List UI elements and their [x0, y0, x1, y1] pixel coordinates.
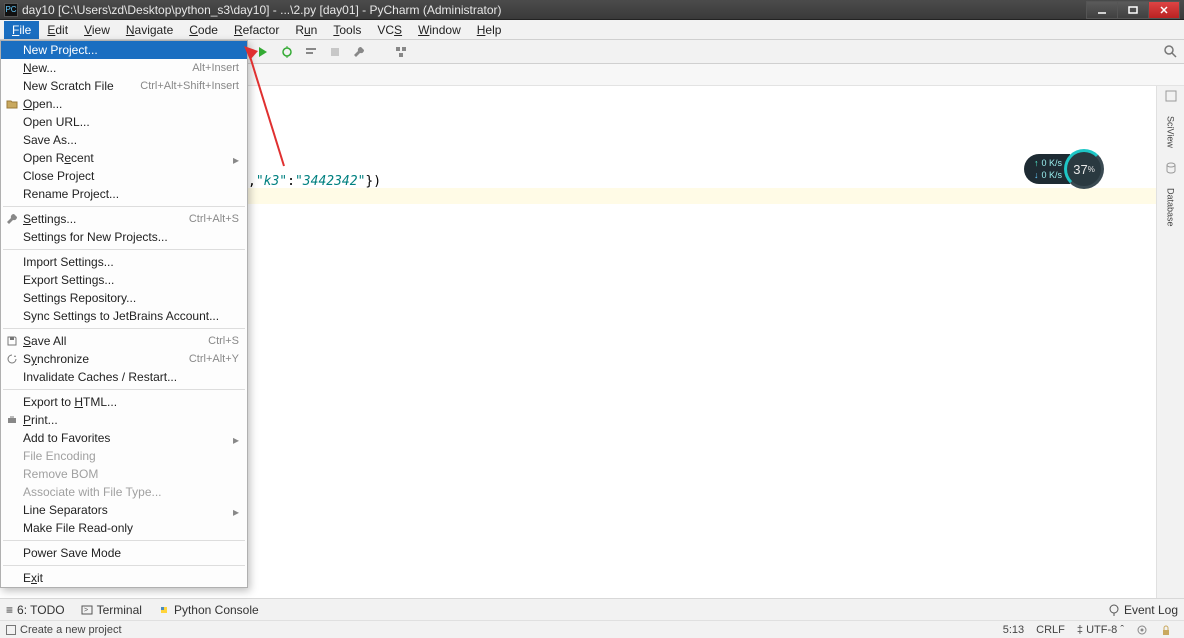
menu-line-separators[interactable]: Line Separators▸: [1, 501, 247, 519]
todo-tool[interactable]: ≡6: TODO: [6, 603, 65, 617]
menu-new-project[interactable]: New Project...: [1, 41, 247, 59]
menu-synchronize[interactable]: SynchronizeCtrl+Alt+Y: [1, 350, 247, 368]
python-console-tool[interactable]: Python Console: [158, 603, 259, 617]
window-titlebar: PC day10 [C:\Users\zd\Desktop\python_s3\…: [0, 0, 1184, 20]
coverage-icon[interactable]: [304, 45, 318, 59]
list-icon: ≡: [6, 603, 13, 617]
menu-new-scratch[interactable]: New Scratch FileCtrl+Alt+Shift+Insert: [1, 77, 247, 95]
submenu-arrow-icon: ▸: [233, 433, 239, 447]
file-menu-dropdown: New Project... New...Alt+Insert New Scra…: [0, 40, 248, 588]
search-icon[interactable]: [1162, 43, 1178, 59]
menu-sync-jetbrains[interactable]: Sync Settings to JetBrains Account...: [1, 307, 247, 325]
sync-icon: [5, 352, 19, 366]
run-icon[interactable]: [256, 45, 270, 59]
menu-file-encoding: File Encoding: [1, 447, 247, 465]
menu-power-save[interactable]: Power Save Mode: [1, 544, 247, 562]
folder-open-icon: [5, 97, 19, 111]
lock-icon[interactable]: [1154, 624, 1178, 636]
save-icon: [5, 334, 19, 348]
bottom-tool-strip: ≡6: TODO >Terminal Python Console Event …: [0, 598, 1184, 620]
download-speed: 0 K/s: [1042, 169, 1063, 181]
svg-text:>: >: [84, 607, 88, 614]
menu-vcs[interactable]: VCS: [369, 21, 410, 39]
menu-window[interactable]: Window: [410, 21, 469, 39]
code-line: ,"k3":"3442342"}): [248, 174, 381, 189]
submenu-arrow-icon: ▸: [233, 153, 239, 167]
wrench-icon[interactable]: [352, 45, 366, 59]
stop-icon[interactable]: [328, 45, 342, 59]
menu-print[interactable]: Print...: [1, 411, 247, 429]
menu-view[interactable]: View: [76, 21, 118, 39]
wrench-icon: [5, 212, 19, 226]
menu-export-html[interactable]: Export to HTML...: [1, 393, 247, 411]
menubar: File Edit View Navigate Code Refactor Ru…: [0, 20, 1184, 40]
menu-import-settings[interactable]: Import Settings...: [1, 253, 247, 271]
event-log-tool[interactable]: Event Log: [1108, 603, 1178, 617]
structure-icon[interactable]: [394, 45, 408, 59]
usage-dial: 37%: [1064, 149, 1104, 189]
balloon-icon: [1108, 604, 1120, 616]
sciview-tab[interactable]: SciView: [1166, 116, 1176, 148]
menu-make-readonly[interactable]: Make File Read-only: [1, 519, 247, 537]
inspection-icon[interactable]: [1130, 624, 1154, 636]
menu-open-url[interactable]: Open URL...: [1, 113, 247, 131]
menu-invalidate-caches[interactable]: Invalidate Caches / Restart...: [1, 368, 247, 386]
database-tab[interactable]: Database: [1166, 188, 1176, 227]
menu-edit[interactable]: Edit: [39, 21, 76, 39]
right-tool-strip: SciView Database: [1156, 86, 1184, 598]
menu-settings[interactable]: Settings...Ctrl+Alt+S: [1, 210, 247, 228]
menu-open-recent[interactable]: Open Recent▸: [1, 149, 247, 167]
python-icon: [158, 604, 170, 616]
menu-settings-repository[interactable]: Settings Repository...: [1, 289, 247, 307]
window-minimize-button[interactable]: [1086, 1, 1118, 19]
window-maximize-button[interactable]: [1117, 1, 1149, 19]
debug-icon[interactable]: [280, 45, 294, 59]
menu-help[interactable]: Help: [469, 21, 510, 39]
tool-windows-toggle[interactable]: [6, 625, 16, 635]
menu-new[interactable]: New...Alt+Insert: [1, 59, 247, 77]
menu-remove-bom: Remove BOM: [1, 465, 247, 483]
app-icon: PC: [4, 3, 18, 17]
menu-export-settings[interactable]: Export Settings...: [1, 271, 247, 289]
terminal-icon: >: [81, 604, 93, 616]
menu-open[interactable]: Open...: [1, 95, 247, 113]
status-hint: Create a new project: [20, 624, 122, 636]
file-encoding[interactable]: ‡ UTF-8 ˆ: [1071, 624, 1130, 636]
menu-code[interactable]: Code: [181, 21, 226, 39]
upload-speed: 0 K/s: [1042, 157, 1063, 169]
database-icon[interactable]: [1165, 162, 1177, 174]
menu-navigate[interactable]: Navigate: [118, 21, 181, 39]
line-separator[interactable]: CRLF: [1030, 624, 1071, 636]
window-title: day10 [C:\Users\zd\Desktop\python_s3\day…: [22, 3, 1087, 17]
status-bar: Create a new project 5:13 CRLF ‡ UTF-8 ˆ: [0, 620, 1184, 638]
menu-add-favorites[interactable]: Add to Favorites▸: [1, 429, 247, 447]
menu-rename-project[interactable]: Rename Project...: [1, 185, 247, 203]
print-icon: [5, 413, 19, 427]
terminal-tool[interactable]: >Terminal: [81, 603, 142, 617]
window-close-button[interactable]: [1148, 1, 1180, 19]
menu-run[interactable]: Run: [287, 21, 325, 39]
menu-file[interactable]: File: [4, 21, 39, 39]
menu-exit[interactable]: Exit: [1, 569, 247, 587]
menu-associate-filetype: Associate with File Type...: [1, 483, 247, 501]
menu-tools[interactable]: Tools: [325, 21, 369, 39]
caret-position[interactable]: 5:13: [997, 624, 1030, 636]
menu-save-as[interactable]: Save As...: [1, 131, 247, 149]
submenu-arrow-icon: ▸: [233, 505, 239, 519]
sciview-icon[interactable]: [1165, 90, 1177, 102]
network-monitor-widget[interactable]: ↑0 K/s ↓0 K/s 37%: [1024, 150, 1120, 188]
menu-refactor[interactable]: Refactor: [226, 21, 287, 39]
menu-save-all[interactable]: Save AllCtrl+S: [1, 332, 247, 350]
menu-settings-new-projects[interactable]: Settings for New Projects...: [1, 228, 247, 246]
menu-close-project[interactable]: Close Project: [1, 167, 247, 185]
